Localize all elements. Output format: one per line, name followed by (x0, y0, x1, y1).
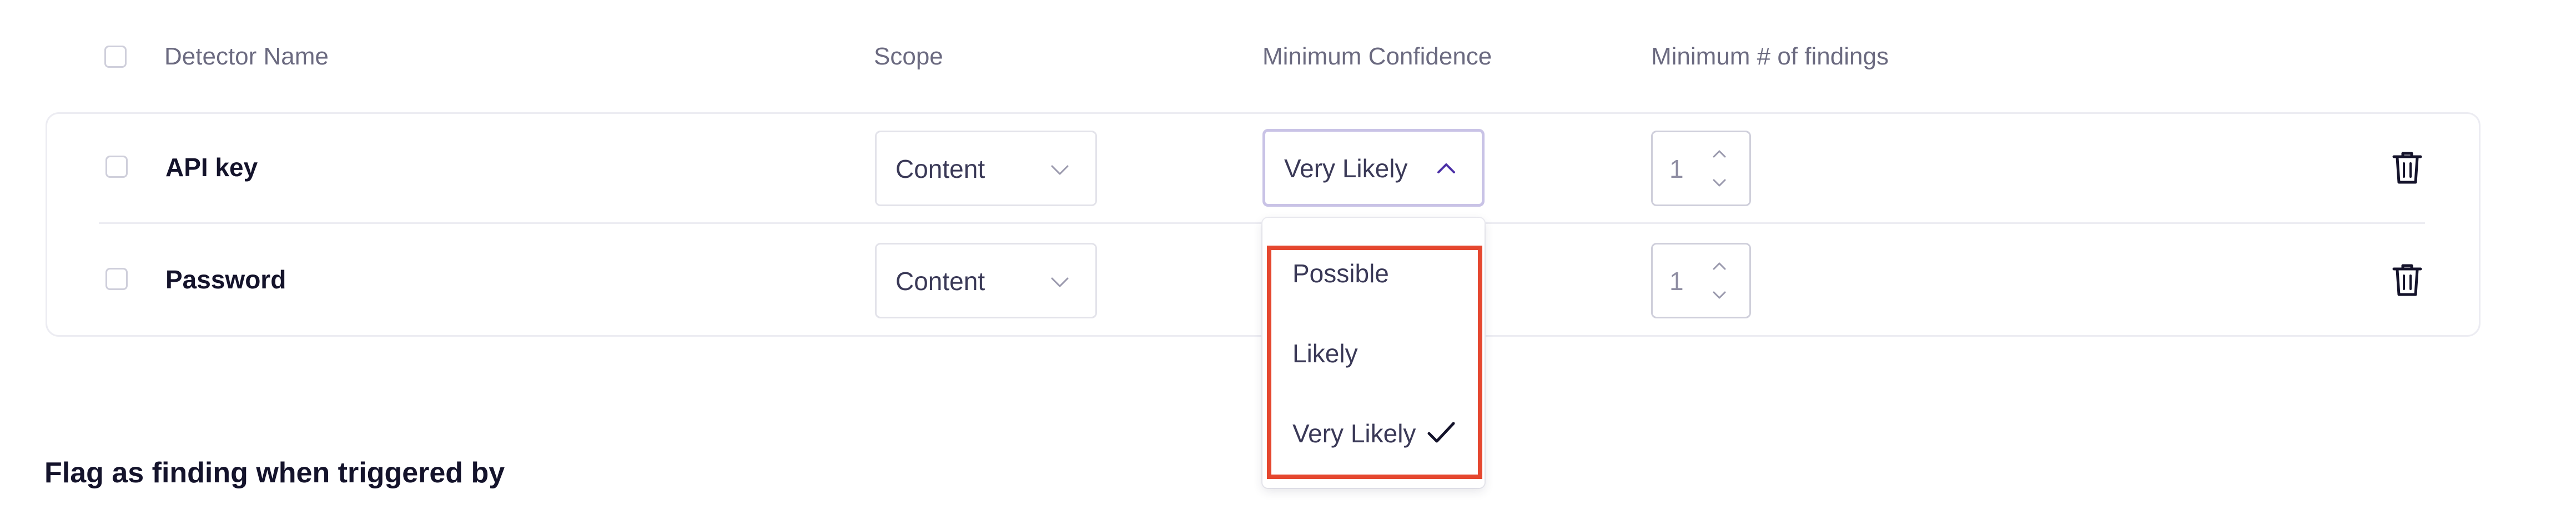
min-findings-stepper-password[interactable]: 1 (1651, 243, 1751, 318)
confidence-value: Very Likely (1284, 154, 1408, 183)
increment-icon[interactable] (1708, 144, 1730, 163)
scope-select-password[interactable]: Content (875, 243, 1097, 318)
increment-icon[interactable] (1708, 257, 1730, 276)
detector-name-password: Password (165, 265, 286, 294)
min-findings-stepper-api-key[interactable]: 1 (1651, 131, 1751, 206)
annotation-highlight-box (1267, 246, 1482, 479)
select-all-checkbox[interactable] (104, 46, 127, 68)
chevron-down-icon (1051, 165, 1069, 175)
row-checkbox-password[interactable] (105, 268, 128, 290)
min-findings-value: 1 (1669, 154, 1684, 183)
section-title: Flag as finding when triggered by (44, 457, 505, 489)
scope-value: Content (895, 267, 985, 296)
chevron-up-icon (1437, 163, 1455, 173)
scope-value: Content (895, 154, 985, 183)
decrement-icon[interactable] (1708, 173, 1730, 192)
min-findings-value: 1 (1669, 267, 1684, 296)
chevron-down-icon (1051, 277, 1069, 287)
scope-select-api-key[interactable]: Content (875, 131, 1097, 206)
trash-icon[interactable] (2391, 262, 2424, 298)
trash-icon[interactable] (2391, 150, 2424, 186)
row-divider (99, 222, 2425, 224)
confidence-select-api-key[interactable]: Very Likely (1262, 129, 1485, 207)
header-minimum-findings: Minimum # of findings (1651, 43, 1889, 70)
header-minimum-confidence: Minimum Confidence (1262, 43, 1492, 70)
detector-name-api-key: API key (165, 153, 258, 182)
row-checkbox-api-key[interactable] (105, 156, 128, 178)
header-scope: Scope (874, 43, 943, 70)
header-detector-name: Detector Name (164, 43, 329, 70)
decrement-icon[interactable] (1708, 286, 1730, 305)
